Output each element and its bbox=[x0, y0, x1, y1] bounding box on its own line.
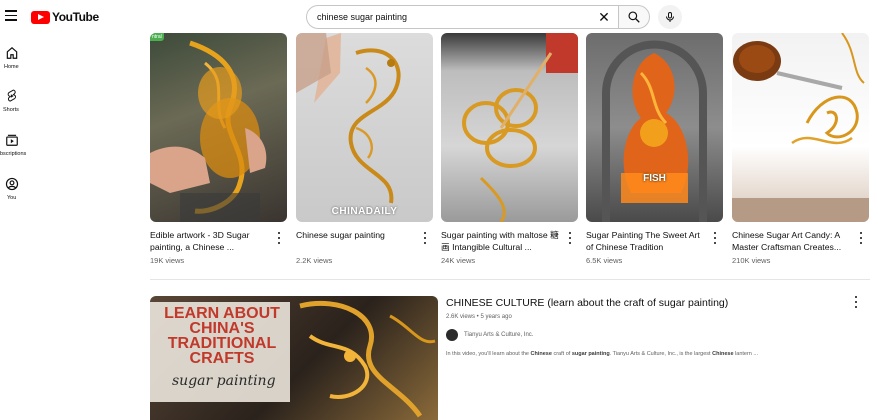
short-title[interactable]: Chinese sugar painting bbox=[296, 229, 418, 241]
thumbnail-art bbox=[602, 40, 707, 222]
youtube-play-icon bbox=[31, 10, 50, 24]
thumbnail-watermark: CHINADAILY bbox=[331, 206, 398, 217]
more-options-icon[interactable] bbox=[422, 232, 428, 244]
view-count: 24K views bbox=[441, 256, 476, 265]
video-metadata: 2.6K views • 5 years ago bbox=[446, 314, 512, 320]
description-text: craft of bbox=[551, 351, 572, 357]
short-card[interactable]: Chinese Sugar Art Candy: A Master Crafts… bbox=[732, 33, 869, 265]
description-text: . Tianyu Arts & Culture, Inc., is the la… bbox=[609, 351, 713, 357]
search-input[interactable] bbox=[307, 6, 587, 28]
thumbnail-art bbox=[732, 33, 869, 222]
description-text: In this video, you'll learn about the bbox=[446, 351, 531, 357]
search-icon bbox=[628, 11, 640, 23]
thumbnail-headline-line: CHINA'S bbox=[189, 320, 255, 337]
description-highlight: Chinese bbox=[530, 351, 552, 357]
short-card[interactable]: Sugar painting with maltose 糖画 Intangibl… bbox=[441, 33, 578, 265]
section-divider bbox=[150, 279, 870, 280]
thumbnail-script-text: sugar painting bbox=[172, 373, 276, 389]
video-title[interactable]: CHINESE CULTURE (learn about the craft o… bbox=[446, 297, 728, 309]
close-icon[interactable]: ✕ bbox=[596, 9, 612, 25]
avatar[interactable] bbox=[446, 329, 458, 341]
short-title[interactable]: Sugar Painting The Sweet Art of Chinese … bbox=[586, 229, 708, 253]
short-thumbnail[interactable] bbox=[441, 33, 578, 222]
channel-badge: ntral bbox=[150, 33, 164, 41]
sidebar-item-label: Home bbox=[4, 64, 19, 70]
more-options-icon[interactable] bbox=[567, 232, 573, 244]
thumbnail-headline: LEARN ABOUT CHINA'S TRADITIONAL CRAFTS bbox=[156, 305, 288, 367]
top-bar: YouTube ✕ bbox=[0, 0, 878, 34]
video-thumbnail[interactable]: LEARN ABOUT CHINA'S TRADITIONAL CRAFTS s… bbox=[150, 296, 438, 420]
view-count: 19K views bbox=[150, 256, 185, 265]
view-count: 2.2K views bbox=[296, 256, 333, 265]
channel-link[interactable]: Tianyu Arts & Culture, Inc. bbox=[446, 329, 533, 341]
thumbnail-art bbox=[462, 33, 578, 222]
more-options-icon[interactable] bbox=[712, 232, 718, 244]
sidebar-item-label: bscriptions bbox=[0, 151, 27, 157]
thumbnail-art bbox=[296, 33, 401, 204]
description-highlight: Chinese bbox=[712, 351, 734, 357]
shorts-icon bbox=[7, 89, 16, 102]
sidebar-item-label: Shorts bbox=[3, 107, 19, 113]
search-button[interactable] bbox=[618, 5, 650, 29]
youtube-logo[interactable]: YouTube bbox=[31, 10, 99, 24]
mic-icon bbox=[666, 12, 674, 22]
you-icon bbox=[5, 177, 19, 191]
video-result[interactable]: LEARN ABOUT CHINA'S TRADITIONAL CRAFTS s… bbox=[150, 296, 870, 420]
thumbnail-headline-line: TRADITIONAL bbox=[167, 335, 277, 352]
more-options-icon[interactable] bbox=[276, 232, 282, 244]
short-title[interactable]: Sugar painting with maltose 糖画 Intangibl… bbox=[441, 229, 563, 253]
thumbnail-headline-line: LEARN ABOUT bbox=[164, 305, 280, 322]
sidebar-item-you[interactable]: You bbox=[0, 173, 26, 209]
search-box: ✕ bbox=[306, 5, 618, 29]
more-options-icon[interactable] bbox=[858, 232, 864, 244]
sidebar-item-label: You bbox=[7, 195, 17, 201]
shorts-shelf: ntral Edible artwork - 3D Sugar painting… bbox=[150, 33, 870, 268]
description-highlight: sugar painting bbox=[571, 351, 610, 357]
menu-icon[interactable] bbox=[5, 10, 17, 21]
short-card[interactable]: FISH Sugar Painting The Sweet Art of Chi… bbox=[586, 33, 723, 265]
short-title[interactable]: Chinese Sugar Art Candy: A Master Crafts… bbox=[732, 229, 854, 253]
view-count: 6.5K views bbox=[586, 256, 623, 265]
home-icon bbox=[6, 46, 18, 59]
short-thumbnail[interactable]: CHINADAILY bbox=[296, 33, 433, 222]
short-thumbnail[interactable] bbox=[732, 33, 869, 222]
short-thumbnail[interactable]: ntral bbox=[150, 33, 287, 222]
short-card[interactable]: ntral Edible artwork - 3D Sugar painting… bbox=[150, 33, 287, 265]
short-title[interactable]: Edible artwork - 3D Sugar painting, a Ch… bbox=[150, 229, 272, 253]
short-thumbnail[interactable]: FISH bbox=[586, 33, 723, 222]
thumbnail-caption: FISH bbox=[643, 173, 666, 184]
description-text: lantern ... bbox=[733, 351, 758, 357]
view-count: 210K views bbox=[732, 256, 771, 265]
more-options-icon[interactable] bbox=[853, 296, 859, 308]
video-description: In this video, you'll learn about the Ch… bbox=[446, 351, 758, 357]
sidebar-item-shorts[interactable]: Shorts bbox=[0, 85, 26, 121]
thumbnail-art bbox=[150, 40, 267, 222]
sidebar-item-home[interactable]: Home bbox=[0, 42, 26, 78]
short-card[interactable]: CHINADAILY Chinese sugar painting 2.2K v… bbox=[296, 33, 433, 265]
thumbnail-headline-line: CRAFTS bbox=[189, 350, 255, 367]
channel-name[interactable]: Tianyu Arts & Culture, Inc. bbox=[464, 332, 533, 338]
subscriptions-icon bbox=[6, 134, 18, 146]
voice-search-button[interactable] bbox=[658, 5, 682, 29]
sidebar-item-subscriptions[interactable]: bscriptions bbox=[0, 129, 26, 165]
logo-text: YouTube bbox=[52, 10, 99, 24]
